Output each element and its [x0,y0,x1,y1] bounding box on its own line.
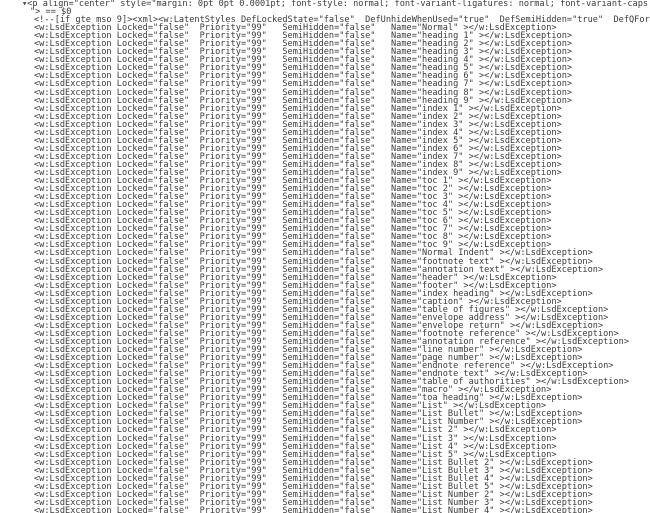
lsd-exception-line[interactable]: <w:LsdException Locked="false" Priority=… [0,507,650,513]
lsd-exception-list: <w:LsdException Locked="false" Priority=… [0,24,650,513]
devtools-elements-panel: ▾<p align="center" style="margin: 0pt 0p… [0,0,650,513]
p-element-open-tag[interactable]: ▾<p align="center" style="margin: 0pt 0p… [0,0,650,8]
